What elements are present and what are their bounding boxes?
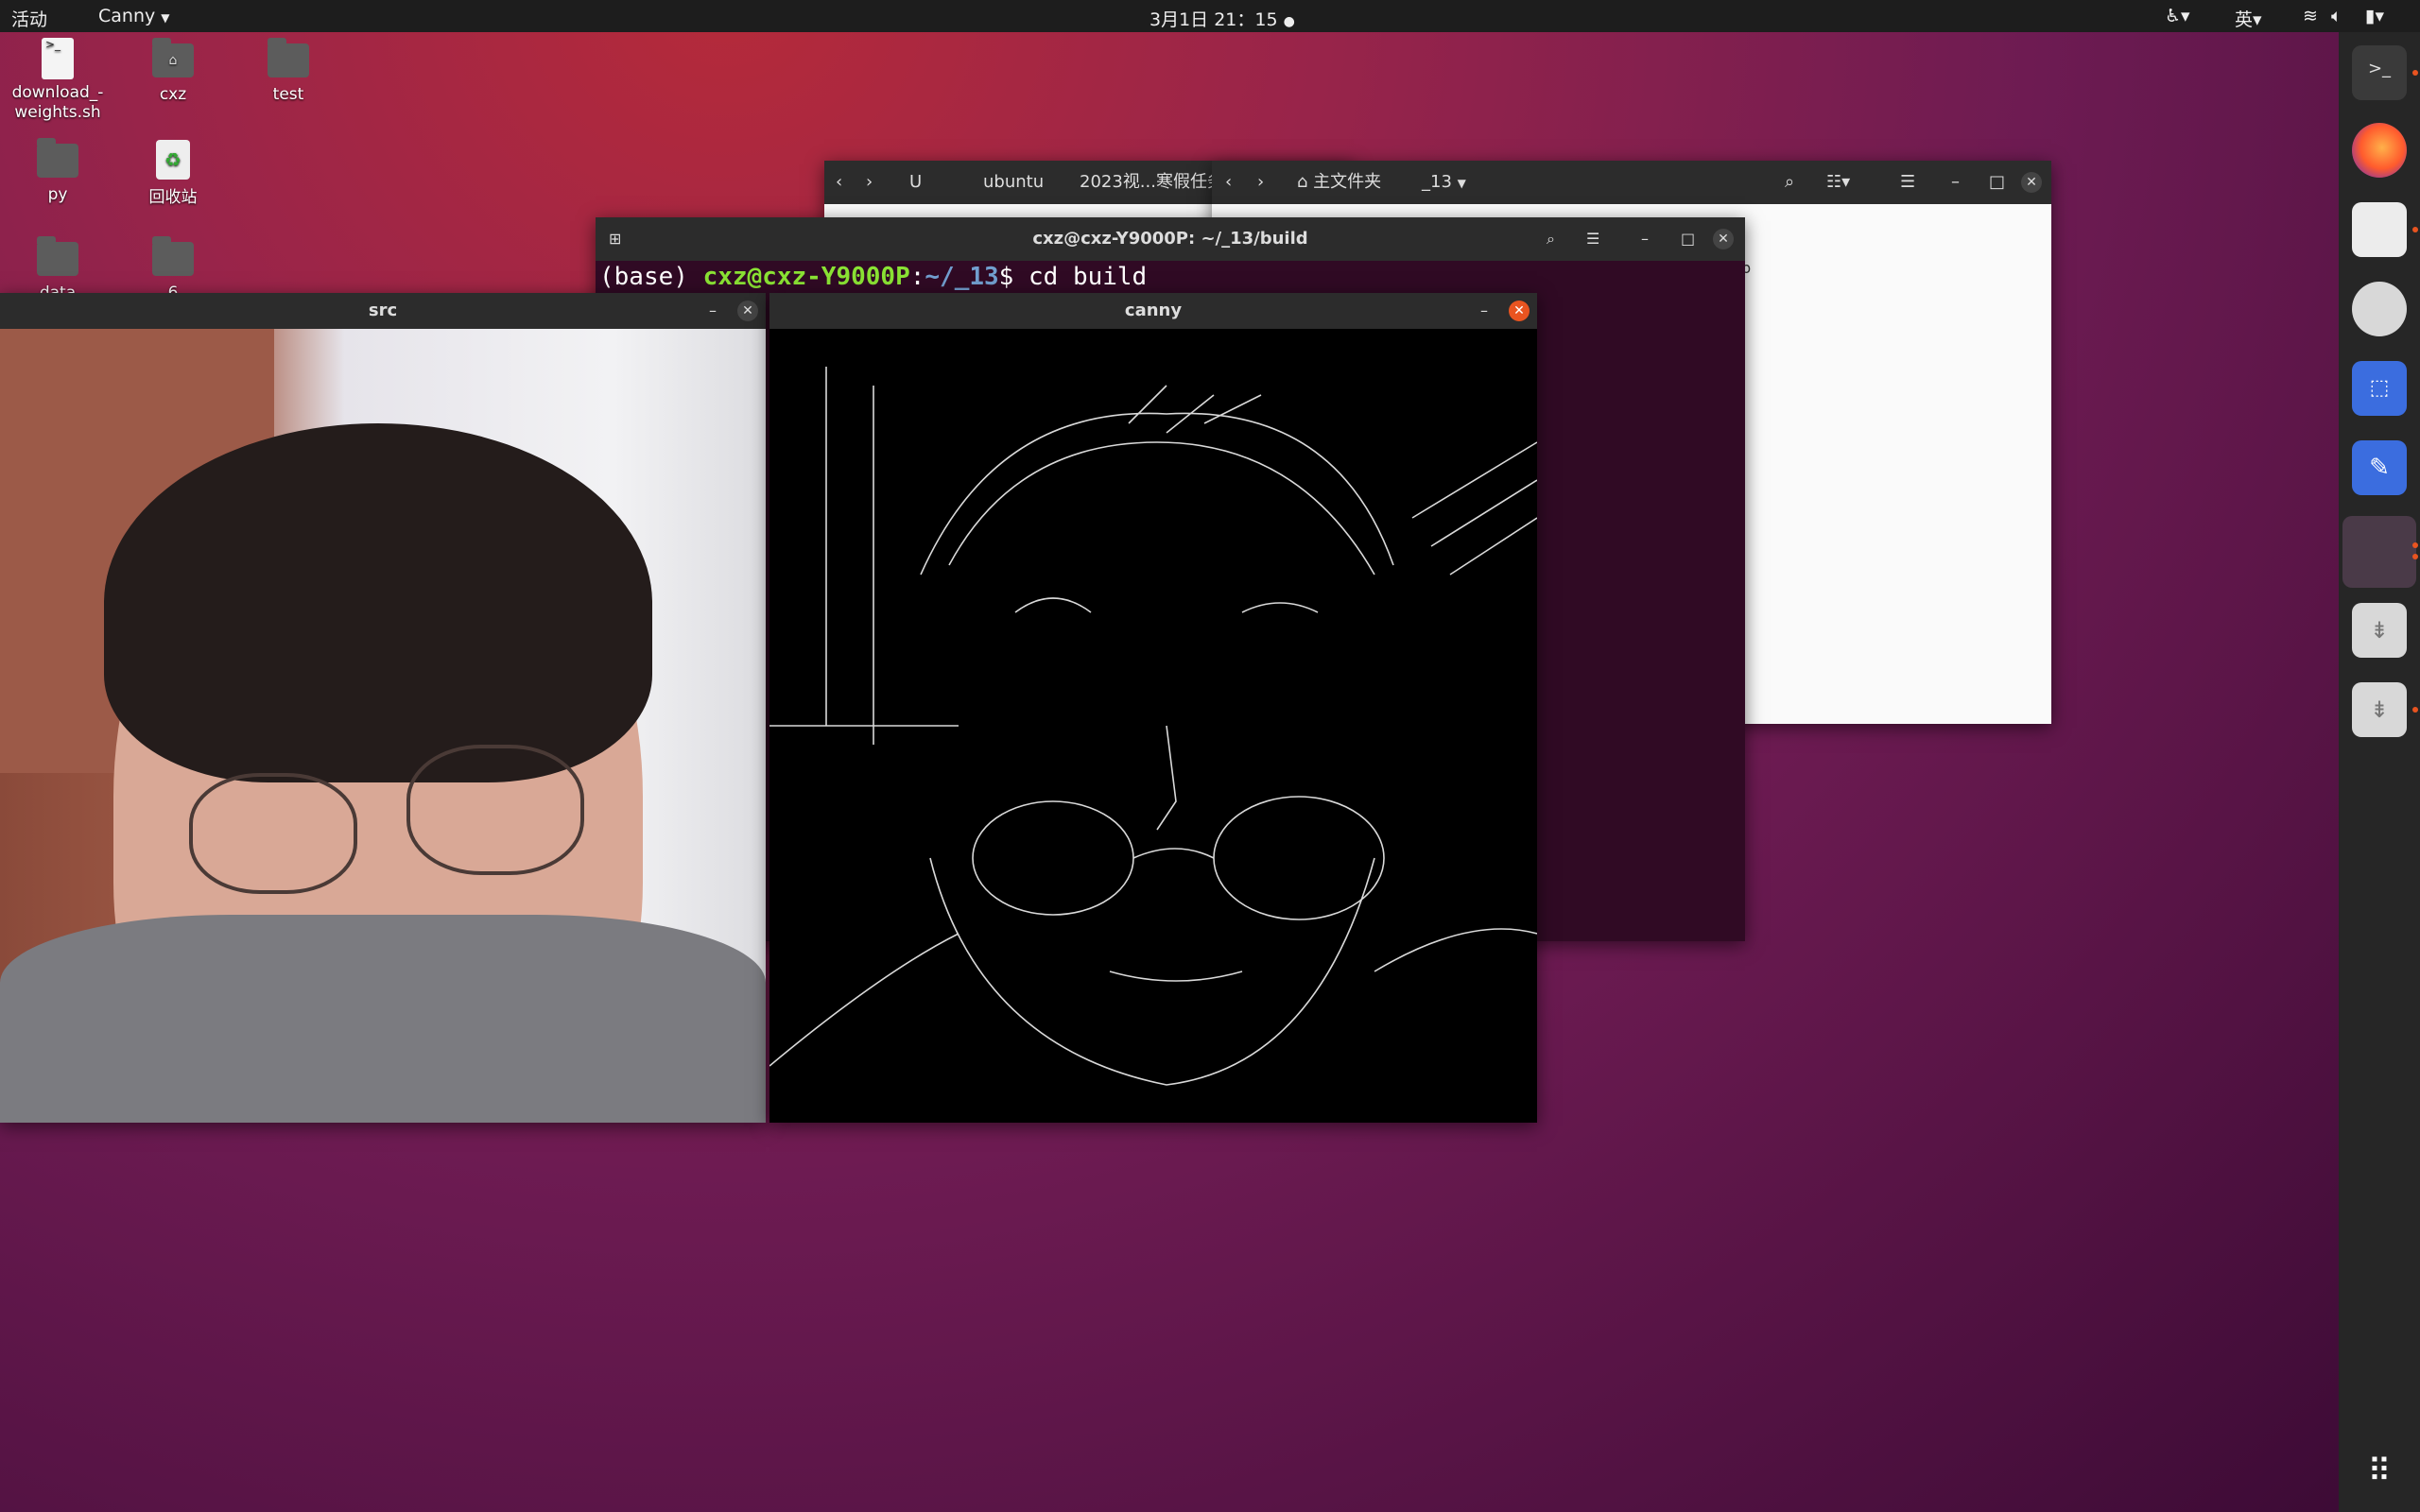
wifi-icon[interactable]: ≋	[2303, 6, 2318, 26]
folder-icon	[152, 236, 194, 276]
dock: >_ ⬚ ✎ ⇟ ⇟ ⠿	[2339, 32, 2420, 1512]
search-icon[interactable]: ⌕	[1547, 217, 1555, 261]
desktop-icon-trash[interactable]: ♻ 回收站	[121, 140, 225, 207]
desktop-icon-label: cxz	[159, 85, 187, 104]
terminal-prompt-line[interactable]: (base) cxz@cxz-Y9000P:~/_13$ cd build	[599, 263, 1147, 291]
disk-icon[interactable]	[2352, 282, 2407, 336]
menu-icon[interactable]: ☰	[1586, 217, 1599, 261]
maximize-icon[interactable]: □	[1989, 161, 2005, 204]
terminal-icon[interactable]: >_	[2352, 45, 2407, 100]
back-arrow-icon[interactable]: ‹	[1225, 161, 1232, 204]
path-home-button[interactable]: ⌂ 主文件夹	[1297, 161, 1381, 204]
clock[interactable]: 3月1日 21：15 ●	[1150, 6, 1295, 31]
close-icon[interactable]: ✕	[737, 301, 758, 321]
prompt-colon: :	[909, 263, 925, 291]
minimize-icon[interactable]: –	[1951, 161, 1960, 204]
battery-icon[interactable]: ▮▾	[2365, 6, 2384, 26]
input-method-menu[interactable]: 英▾	[2235, 6, 2262, 31]
canny-edge-image	[769, 367, 1537, 1086]
firefox-icon[interactable]	[2352, 123, 2407, 178]
desktop-icon-label: download_-weights.sh	[11, 83, 104, 122]
minimize-icon[interactable]: –	[709, 293, 717, 329]
tab-2023[interactable]: 2023视...寒假任务	[1080, 161, 1221, 204]
notification-dot-icon: ●	[1283, 14, 1295, 29]
file-manager-header: ‹ › ⌂ 主文件夹 _13 ▼ ⌕ ☷▾ ☰ – □ ✕	[1212, 161, 2051, 204]
path-current-label: _13	[1422, 172, 1452, 192]
files-icon[interactable]	[2352, 202, 2407, 257]
desktop-icon-label: test	[272, 85, 304, 104]
desktop-icon-download-weights[interactable]: >_ download_-weights.sh	[6, 38, 110, 123]
folder-icon	[37, 138, 78, 178]
forward-arrow-icon[interactable]: ›	[866, 161, 873, 204]
terminal-header: ⊞ cxz@cxz-Y9000P: ~/_13/build ⌕ ☰ – □ ✕	[596, 217, 1745, 261]
desktop-icon-py[interactable]: py	[6, 138, 110, 204]
search-icon[interactable]: ⌕	[1785, 161, 1794, 204]
src-window-header: src – ✕	[0, 293, 766, 329]
running-indicator	[2412, 707, 2418, 713]
menu-icon[interactable]: ☰	[1900, 161, 1915, 204]
desktop-icon-cxz[interactable]: ⌂ cxz	[121, 38, 225, 104]
terminal-title: cxz@cxz-Y9000P: ~/_13/build	[1032, 229, 1308, 249]
maximize-icon[interactable]: □	[1681, 217, 1695, 261]
prompt-symbol: $	[998, 263, 1028, 291]
screenshot-icon[interactable]: ⬚	[2352, 361, 2407, 416]
app-grid-icon[interactable]: ⠿	[2352, 1444, 2407, 1499]
webcam-image	[0, 329, 766, 1123]
input-method-label: 英	[2235, 9, 2254, 30]
close-icon[interactable]: ✕	[1509, 301, 1530, 321]
datetime-label: 3月1日 21：15	[1150, 9, 1278, 30]
prompt-path: ~/_13	[925, 263, 999, 291]
canny-window[interactable]: canny – ✕	[769, 293, 1537, 1123]
chevron-down-icon: ▼	[1457, 177, 1466, 190]
desktop-icon-test[interactable]: test	[236, 38, 340, 104]
desktop-icon-label: 回收站	[148, 188, 198, 207]
home-icon: ⌂	[1297, 172, 1308, 192]
prompt-user: cxz@cxz-Y9000P	[702, 263, 910, 291]
app-menu-label: Canny	[98, 6, 156, 26]
script-file-icon: >_	[42, 38, 74, 79]
canny-window-header: canny – ✕	[769, 293, 1537, 329]
src-window-title: src	[368, 301, 398, 320]
accessibility-icon[interactable]: ♿︎▾	[2165, 6, 2190, 26]
prompt-env: (base)	[599, 263, 703, 291]
minimize-icon[interactable]: –	[1480, 293, 1488, 329]
home-folder-icon: ⌂	[152, 38, 194, 77]
close-icon[interactable]: ✕	[1713, 229, 1734, 249]
activities-button[interactable]: 活动	[11, 6, 47, 31]
canny-window-title: canny	[1124, 301, 1183, 320]
close-icon[interactable]: ✕	[2021, 172, 2042, 193]
usb-drive-icon[interactable]: ⇟	[2352, 682, 2407, 737]
opencv-app-icon[interactable]	[2342, 516, 2416, 588]
desktop-icon-label: py	[47, 185, 68, 204]
minimize-icon[interactable]: –	[1641, 217, 1649, 261]
path-home-label: 主文件夹	[1313, 172, 1382, 192]
folder-icon	[268, 38, 309, 77]
running-indicator	[2412, 70, 2418, 76]
top-bar: 活动 Canny ▼ 3月1日 21：15 ● ♿︎▾ 英▾ ≋ 🔈︎ ▮▾	[0, 0, 2420, 32]
running-indicator	[2412, 542, 2418, 548]
running-indicator	[2412, 554, 2418, 559]
tab-u[interactable]: U	[909, 161, 922, 204]
tab-ubuntu[interactable]: ubuntu	[983, 161, 1044, 204]
chevron-down-icon: ▼	[161, 11, 170, 25]
text-editor-icon[interactable]: ✎	[2352, 440, 2407, 495]
terminal-command: cd build	[1028, 263, 1148, 291]
back-arrow-icon[interactable]: ‹	[836, 161, 842, 204]
app-menu[interactable]: Canny ▼	[98, 6, 170, 26]
trash-icon: ♻	[156, 140, 190, 180]
forward-arrow-icon[interactable]: ›	[1257, 161, 1264, 204]
path-current-button[interactable]: _13 ▼	[1422, 161, 1466, 204]
volume-icon[interactable]: 🔈︎	[2331, 6, 2342, 26]
running-indicator	[2412, 227, 2418, 232]
view-options-icon[interactable]: ☷▾	[1826, 161, 1850, 204]
src-window[interactable]: src – ✕	[0, 293, 766, 1123]
folder-icon	[37, 236, 78, 276]
usb-drive-icon[interactable]: ⇟	[2352, 603, 2407, 658]
